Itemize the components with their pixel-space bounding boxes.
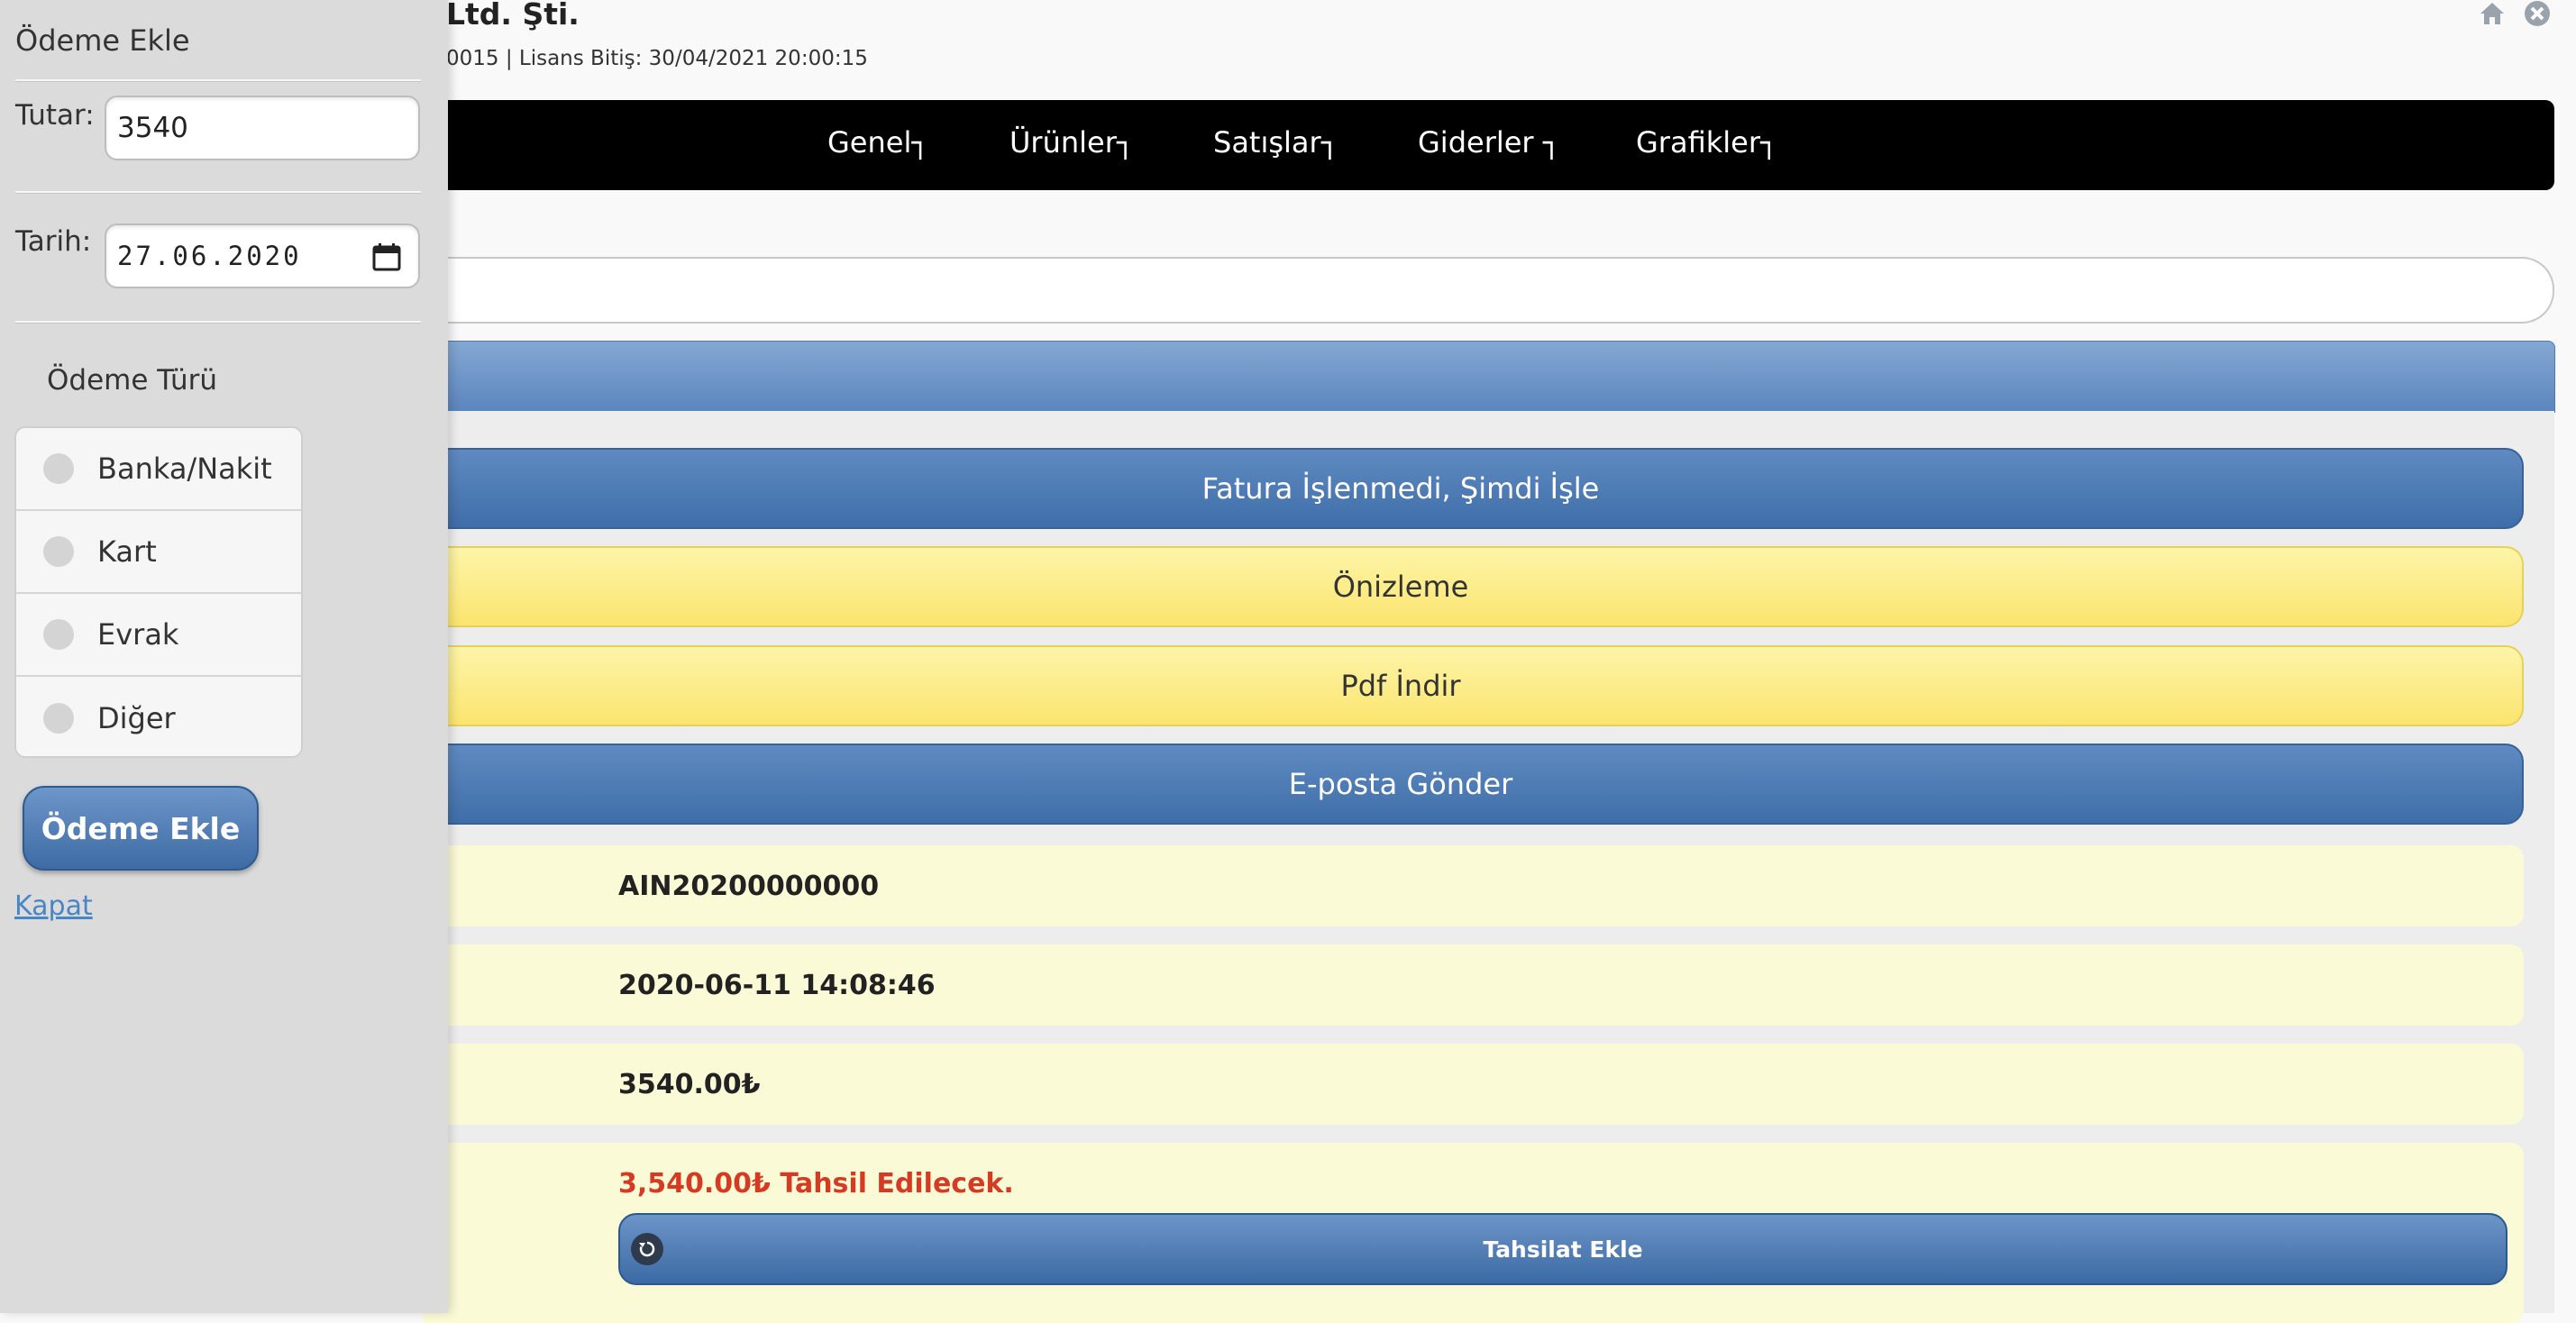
payment-type-label-1: Kart [97,534,157,569]
payment-type-card[interactable]: Kart [16,511,301,594]
payment-type-bank-cash[interactable]: Banka/Nakit [16,428,301,511]
payment-type-other[interactable]: Diğer [16,677,301,756]
due-amount: 3,540.00₺ Tahsil Edilecek. [618,1168,1014,1200]
payment-type-radio-group: Banka/Nakit Kart Evrak Diğer [14,426,303,758]
payment-type-label-0: Banka/Nakit [97,452,272,486]
nav-item-urunler[interactable]: Ürünler┐ [1009,125,1134,160]
close-icon[interactable] [2524,0,2551,27]
close-link[interactable]: Kapat [14,890,93,922]
calendar-icon[interactable] [371,242,402,272]
add-payment-label: Ödeme Ekle [41,810,241,846]
divider [15,79,421,82]
send-email-label: E-posta Gönder [1288,767,1513,801]
divider [15,321,421,324]
add-payment-panel: Ödeme Ekle Tutar: 3540 Tarih: 27.06.2020… [0,0,448,1313]
amount-label: Tutar: [15,99,95,132]
refresh-icon [631,1233,663,1265]
payment-type-label-2: Evrak [97,617,179,652]
radio-icon[interactable] [43,453,74,484]
payment-type-document[interactable]: Evrak [16,594,301,677]
main-navbar: Genel┐ Ürünler┐ Satışlar┐ Giderler ┐ Gra… [424,100,2554,190]
send-email-button[interactable]: E-posta Gönder [424,744,2524,825]
add-payment-button[interactable]: Ödeme Ekle [23,786,259,871]
invoice-amount-row: 3540.00₺ [424,1044,2524,1125]
pdf-download-label: Pdf İndir [1340,669,1461,703]
invoice-number: AIN20200000000 [618,871,880,902]
radio-icon[interactable] [43,619,74,650]
invoice-date-row: 2020-06-11 14:08:46 [424,944,2524,1026]
preview-button[interactable]: Önizleme [424,546,2524,627]
nav-item-satislar[interactable]: Satışlar┐ [1213,125,1338,160]
payment-type-label: Ödeme Türü [47,364,217,397]
payment-type-label-3: Diğer [97,701,176,735]
divider [15,191,421,194]
preview-label: Önizleme [1332,570,1469,604]
invoice-number-row: AIN20200000000 [424,845,2524,926]
process-invoice-button[interactable]: Fatura İşlenmedi, Şimdi İşle [424,448,2524,529]
home-icon[interactable] [2479,0,2506,27]
panel-title: Ödeme Ekle [15,23,190,58]
amount-input[interactable]: 3540 [105,96,420,160]
radio-icon[interactable] [43,536,74,567]
add-collection-button[interactable]: Tahsilat Ekle [618,1213,2507,1285]
invoice-date: 2020-06-11 14:08:46 [618,970,936,1001]
nav-item-grafikler[interactable]: Grafikler┐ [1636,125,1777,160]
nav-item-giderler[interactable]: Giderler ┐ [1418,125,1560,160]
nav-item-genel[interactable]: Genel┐ [827,125,929,160]
process-invoice-label: Fatura İşlenmedi, Şimdi İşle [1201,471,1600,506]
pdf-download-button[interactable]: Pdf İndir [424,645,2524,726]
date-input[interactable]: 27.06.2020 [105,224,420,288]
section-header-band [424,341,2555,413]
add-collection-label: Tahsilat Ekle [1483,1236,1643,1263]
invoice-amount: 3540.00₺ [618,1069,761,1100]
date-label: Tarih: [15,225,92,258]
radio-icon[interactable] [43,703,74,734]
license-info: 0015 | Lisans Bitiş: 30/04/2021 20:00:15 [446,47,868,70]
date-value: 27.06.2020 [117,241,302,271]
search-bar[interactable] [424,257,2554,324]
company-name: Ltd. Şti. [446,0,580,32]
amount-value: 3540 [117,112,188,144]
